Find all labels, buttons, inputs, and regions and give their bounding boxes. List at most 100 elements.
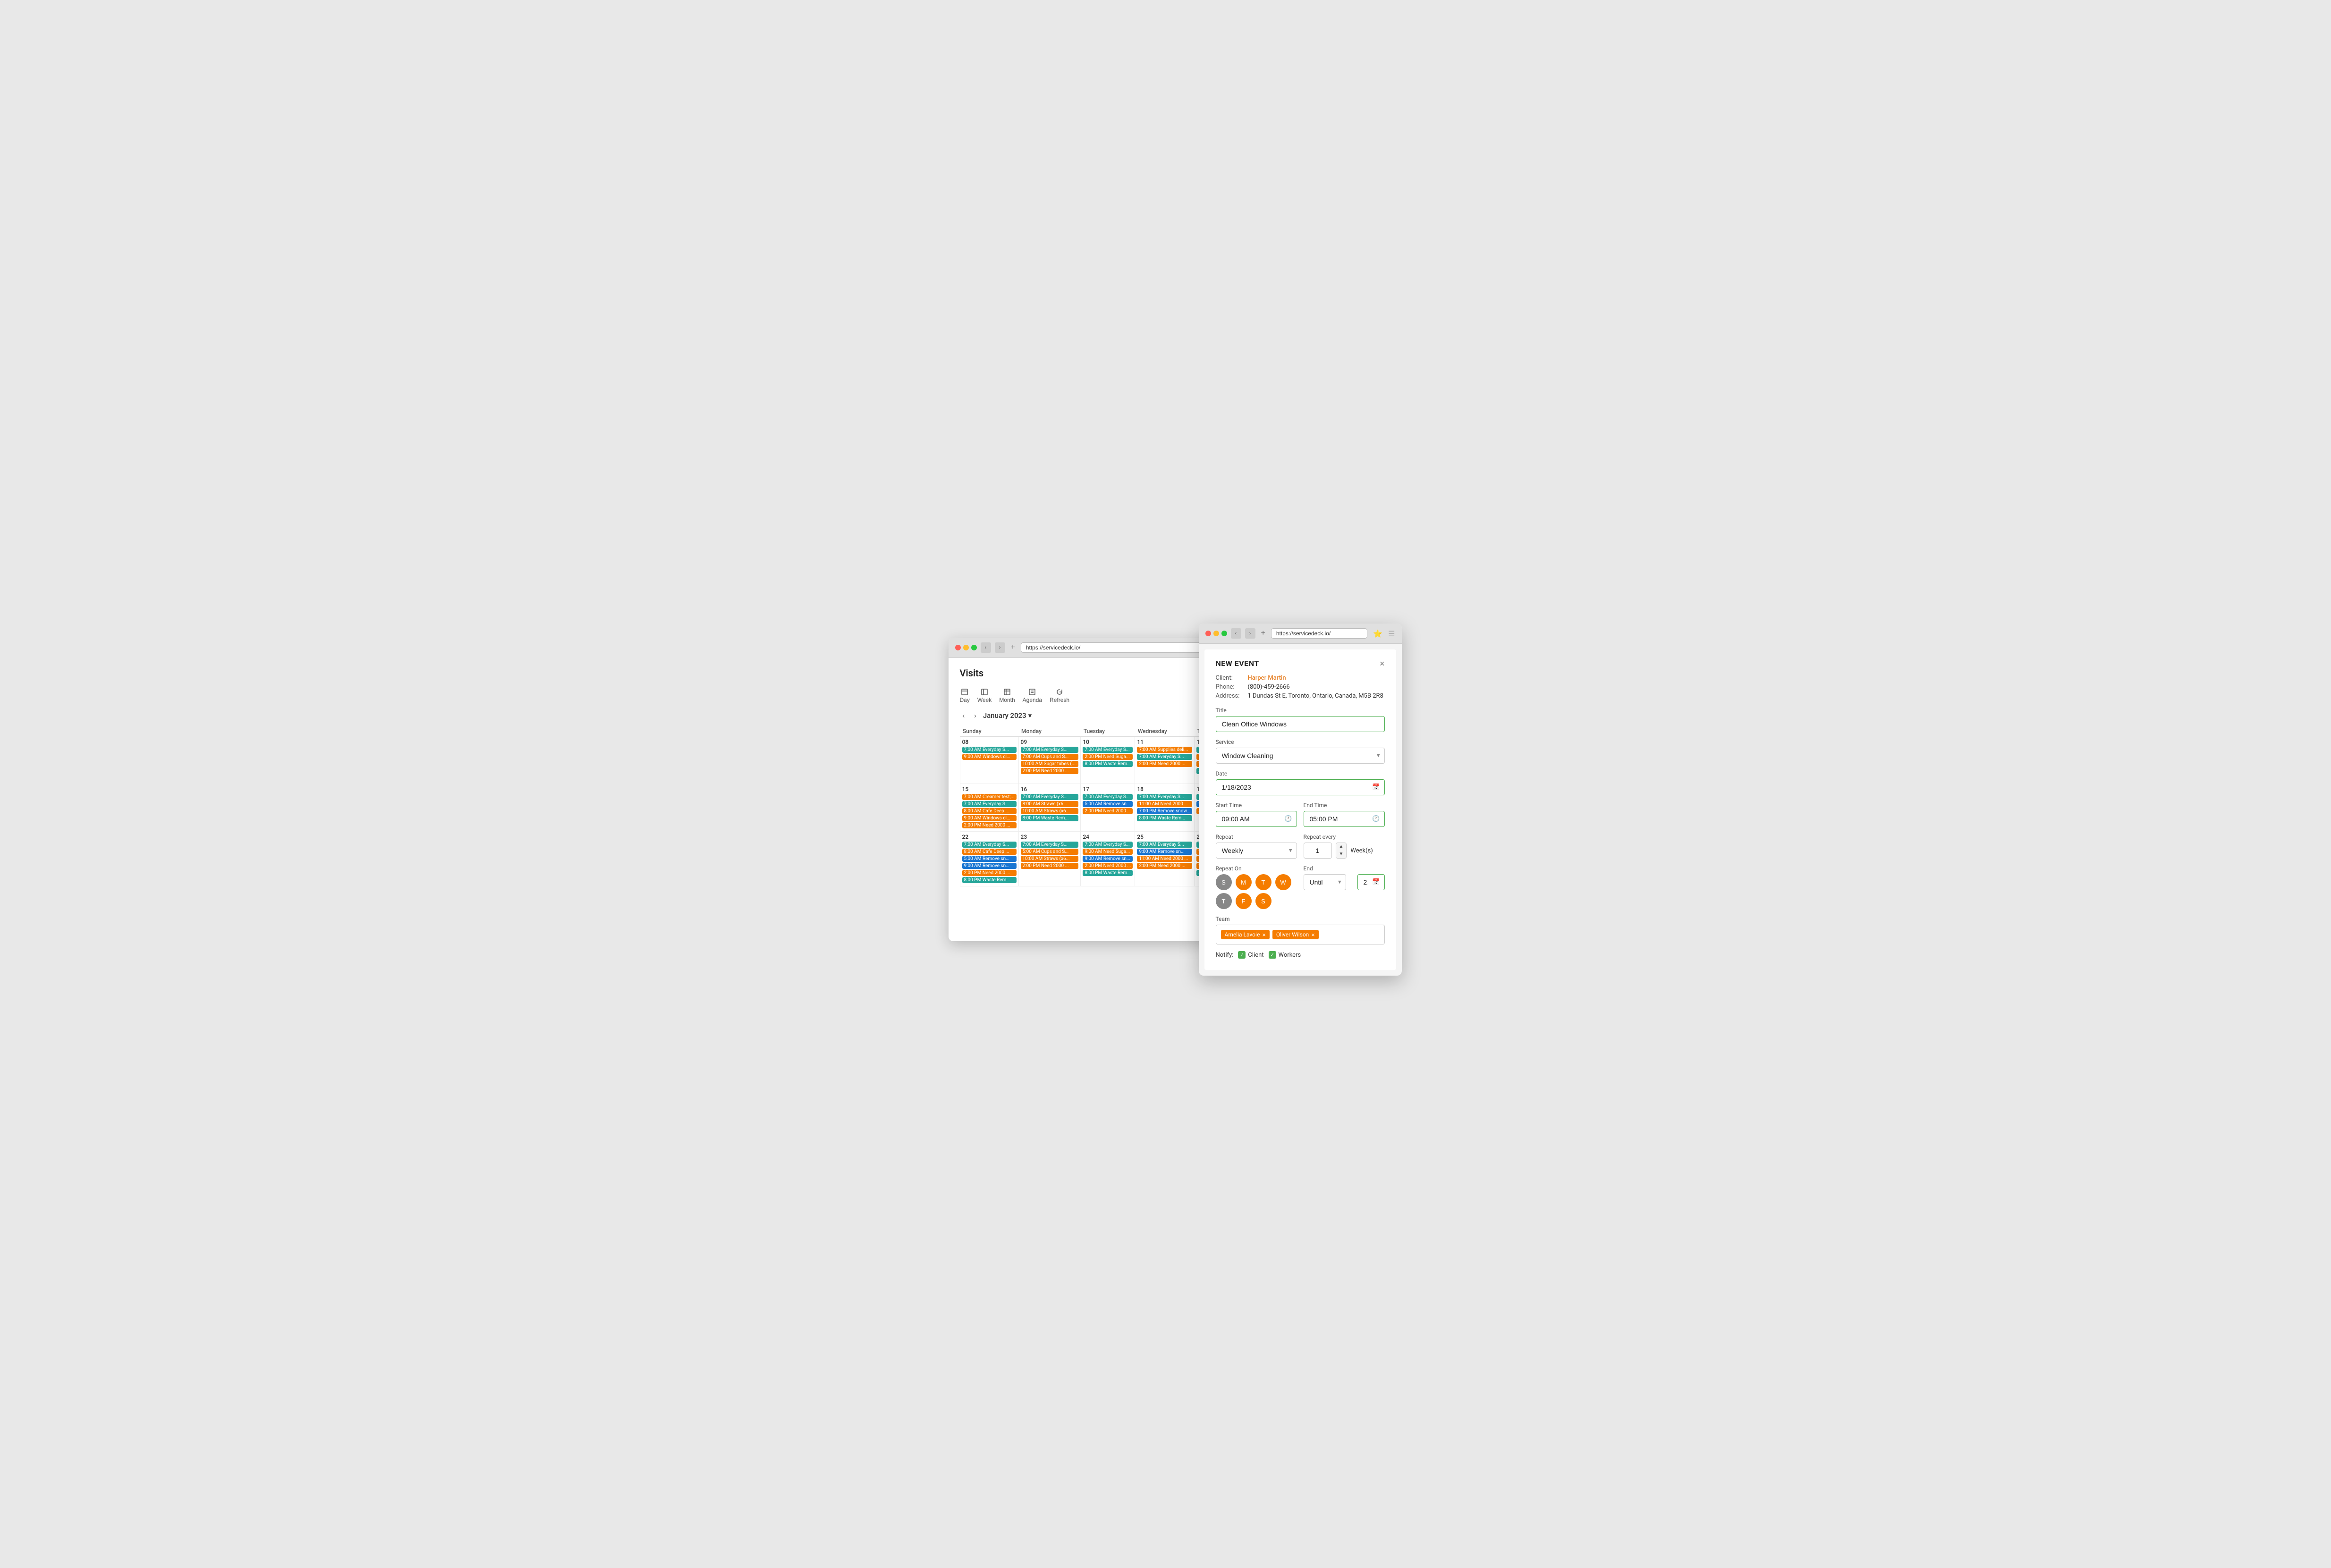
remove-oliver-button[interactable]: × <box>1311 932 1315 938</box>
front-back-button[interactable]: ‹ <box>1231 628 1241 639</box>
list-item[interactable]: 9:00 AM Windows cl... <box>962 815 1017 821</box>
list-item[interactable]: 5:00 AM Remove sn... <box>1083 801 1133 807</box>
notify-client-checkbox[interactable] <box>1238 951 1246 959</box>
list-item[interactable]: 9:00 AM Need Suga... <box>1083 849 1133 855</box>
new-tab-button[interactable]: + <box>1009 643 1017 652</box>
front-forward-button[interactable]: › <box>1245 628 1255 639</box>
table-row[interactable]: 117:00 AM Supplies deli...7:00 AM Everyd… <box>1135 737 1195 784</box>
refresh-button[interactable]: Refresh <box>1050 688 1069 703</box>
end-type-select[interactable]: Until After Never <box>1304 874 1346 890</box>
repeat-every-input[interactable] <box>1304 843 1332 859</box>
day-button-3[interactable]: W <box>1275 874 1291 890</box>
list-item[interactable]: 8:00 PM Waste Rem... <box>1137 815 1192 821</box>
view-week-button[interactable]: Week <box>977 688 992 703</box>
list-item[interactable]: 2:00 PM Need 2000 ... <box>1083 863 1133 869</box>
list-item[interactable]: 7:00 AM Everyday S... <box>1083 747 1133 753</box>
client-link[interactable]: Harper Martin <box>1248 674 1286 682</box>
stepper-up[interactable]: ▲ <box>1336 843 1347 851</box>
list-item[interactable]: 5:00 AM Remove sn... <box>962 856 1017 862</box>
list-item[interactable]: 7:00 AM Everyday S... <box>1083 842 1133 848</box>
start-time-input[interactable] <box>1216 811 1297 827</box>
list-item[interactable]: 2:00 PM Need 2000 ... <box>962 870 1017 876</box>
repeat-select[interactable]: Weekly Daily Monthly <box>1216 843 1297 859</box>
table-row[interactable]: 177:00 AM Everyday S...5:00 AM Remove sn… <box>1081 784 1135 832</box>
remove-amelia-button[interactable]: × <box>1262 932 1266 938</box>
list-item[interactable]: 7:00 AM Everyday S... <box>1021 794 1079 800</box>
list-item[interactable]: 11:00 AM Need 2000 ... <box>1137 856 1192 862</box>
table-row[interactable]: 247:00 AM Everyday S...9:00 AM Need Suga… <box>1081 832 1135 886</box>
end-date-input[interactable] <box>1357 874 1385 890</box>
traffic-light-yellow[interactable] <box>963 645 969 650</box>
close-button[interactable]: × <box>1380 659 1385 668</box>
list-item[interactable]: 8:00 AM Cafe Deep ... <box>962 849 1017 855</box>
day-button-6[interactable]: S <box>1255 893 1271 909</box>
day-button-5[interactable]: F <box>1236 893 1252 909</box>
view-agenda-button[interactable]: Agenda <box>1023 688 1042 703</box>
back-button[interactable]: ‹ <box>981 642 991 653</box>
list-item[interactable]: 7:00 PM Remove snow... <box>1137 808 1192 814</box>
list-item[interactable]: 11:00 AM Need 2000 ... <box>1137 801 1192 807</box>
table-row[interactable]: 227:00 AM Everyday S...8:00 AM Cafe Deep… <box>960 832 1018 886</box>
day-button-2[interactable]: T <box>1255 874 1271 890</box>
url-bar-front[interactable] <box>1271 628 1367 639</box>
table-row[interactable]: 107:00 AM Everyday S...2:00 PM Need Suga… <box>1081 737 1135 784</box>
table-row[interactable]: 097:00 AM Everyday S...7:00 AM Cups and … <box>1018 737 1081 784</box>
list-item[interactable]: 2:00 PM Need 2000 ... <box>1021 863 1079 869</box>
view-day-button[interactable]: Day <box>960 688 970 703</box>
list-item[interactable]: 2:00 PM Need 2000 ... <box>962 822 1017 828</box>
day-button-1[interactable]: M <box>1236 874 1252 890</box>
table-row[interactable]: 187:00 AM Everyday S...11:00 AM Need 200… <box>1135 784 1195 832</box>
notify-workers-item[interactable]: Workers <box>1269 951 1301 959</box>
front-new-tab-button[interactable]: + <box>1259 629 1267 638</box>
list-item[interactable]: 2:00 PM Need 2000 ... <box>1137 761 1192 767</box>
list-item[interactable]: 7:00 AM Everyday S... <box>962 801 1017 807</box>
front-traffic-light-yellow[interactable] <box>1213 631 1219 636</box>
list-item[interactable]: 7:00 AM Creamer test;... <box>962 794 1017 800</box>
list-item[interactable]: 8:00 PM Waste Rem... <box>962 877 1017 883</box>
front-traffic-light-red[interactable] <box>1205 631 1211 636</box>
list-item[interactable]: 7:00 AM Supplies deli... <box>1137 747 1192 753</box>
list-item[interactable]: 10:00 AM Sugar tubes (.... <box>1021 761 1079 767</box>
list-item[interactable]: 2:00 PM Need 2000 ... <box>1137 863 1192 869</box>
list-item[interactable]: 5:00 AM Cups and S... <box>1021 849 1079 855</box>
prev-month-button[interactable]: ‹ <box>960 711 968 720</box>
list-item[interactable]: 2:00 PM Need Suga... <box>1083 754 1133 760</box>
list-item[interactable]: 7:00 AM Cups and S... <box>1021 754 1079 760</box>
list-item[interactable]: 9:00 AM Remove sn... <box>962 863 1017 869</box>
list-item[interactable]: 9:00 AM Remove sn... <box>1083 856 1133 862</box>
traffic-light-red[interactable] <box>955 645 961 650</box>
list-item[interactable]: 7:00 AM Everyday S... <box>1021 747 1079 753</box>
list-item[interactable]: 8:00 AM Cafe Deep ... <box>962 808 1017 814</box>
list-item[interactable]: 8:00 PM Waste Rem... <box>1083 761 1133 767</box>
list-item[interactable]: 10:00 AM Straws (x6... <box>1021 808 1079 814</box>
title-input[interactable] <box>1216 716 1385 732</box>
list-item[interactable]: 8:00 AM Straws (x6... <box>1021 801 1079 807</box>
list-item[interactable]: 9:00 AM Windows cl... <box>962 754 1017 760</box>
forward-button[interactable]: › <box>995 642 1005 653</box>
list-item[interactable]: 7:00 AM Everyday S... <box>1137 754 1192 760</box>
front-traffic-light-green[interactable] <box>1221 631 1227 636</box>
day-button-0[interactable]: S <box>1216 874 1232 890</box>
service-select[interactable]: Window Cleaning Deep Cleaning Office Cle… <box>1216 748 1385 764</box>
list-item[interactable]: 7:00 AM Everyday S... <box>1083 794 1133 800</box>
list-item[interactable]: 7:00 AM Everyday S... <box>1021 842 1079 848</box>
list-item[interactable]: 8:00 PM Waste Rem... <box>1021 815 1079 821</box>
end-time-input[interactable] <box>1304 811 1385 827</box>
list-item[interactable]: 2:00 PM Need 2000 ... <box>1021 768 1079 774</box>
list-item[interactable]: 7:00 AM Everyday S... <box>1137 842 1192 848</box>
list-item[interactable]: 9:00 AM Remove sn... <box>1137 849 1192 855</box>
team-input[interactable]: Amelia Lavoie × Oliver Wilson × <box>1216 925 1385 944</box>
table-row[interactable]: 157:00 AM Creamer test;...7:00 AM Everyd… <box>960 784 1018 832</box>
table-row[interactable]: 257:00 AM Everyday S...9:00 AM Remove sn… <box>1135 832 1195 886</box>
list-item[interactable]: 7:00 AM Everyday S... <box>1137 794 1192 800</box>
day-button-4[interactable]: T <box>1216 893 1232 909</box>
repeat-stepper[interactable]: ▲ ▼ <box>1336 843 1347 859</box>
list-item[interactable]: 7:00 AM Everyday S... <box>962 842 1017 848</box>
table-row[interactable]: 087:00 AM Everyday S...9:00 AM Windows c… <box>960 737 1018 784</box>
table-row[interactable]: 167:00 AM Everyday S...8:00 AM Straws (x… <box>1018 784 1081 832</box>
stepper-down[interactable]: ▼ <box>1336 851 1347 858</box>
list-item[interactable]: 7:00 AM Everyday S... <box>962 747 1017 753</box>
notify-workers-checkbox[interactable] <box>1269 951 1276 959</box>
notify-client-item[interactable]: Client <box>1238 951 1263 959</box>
list-item[interactable]: 8:00 PM Waste Rem... <box>1083 870 1133 876</box>
